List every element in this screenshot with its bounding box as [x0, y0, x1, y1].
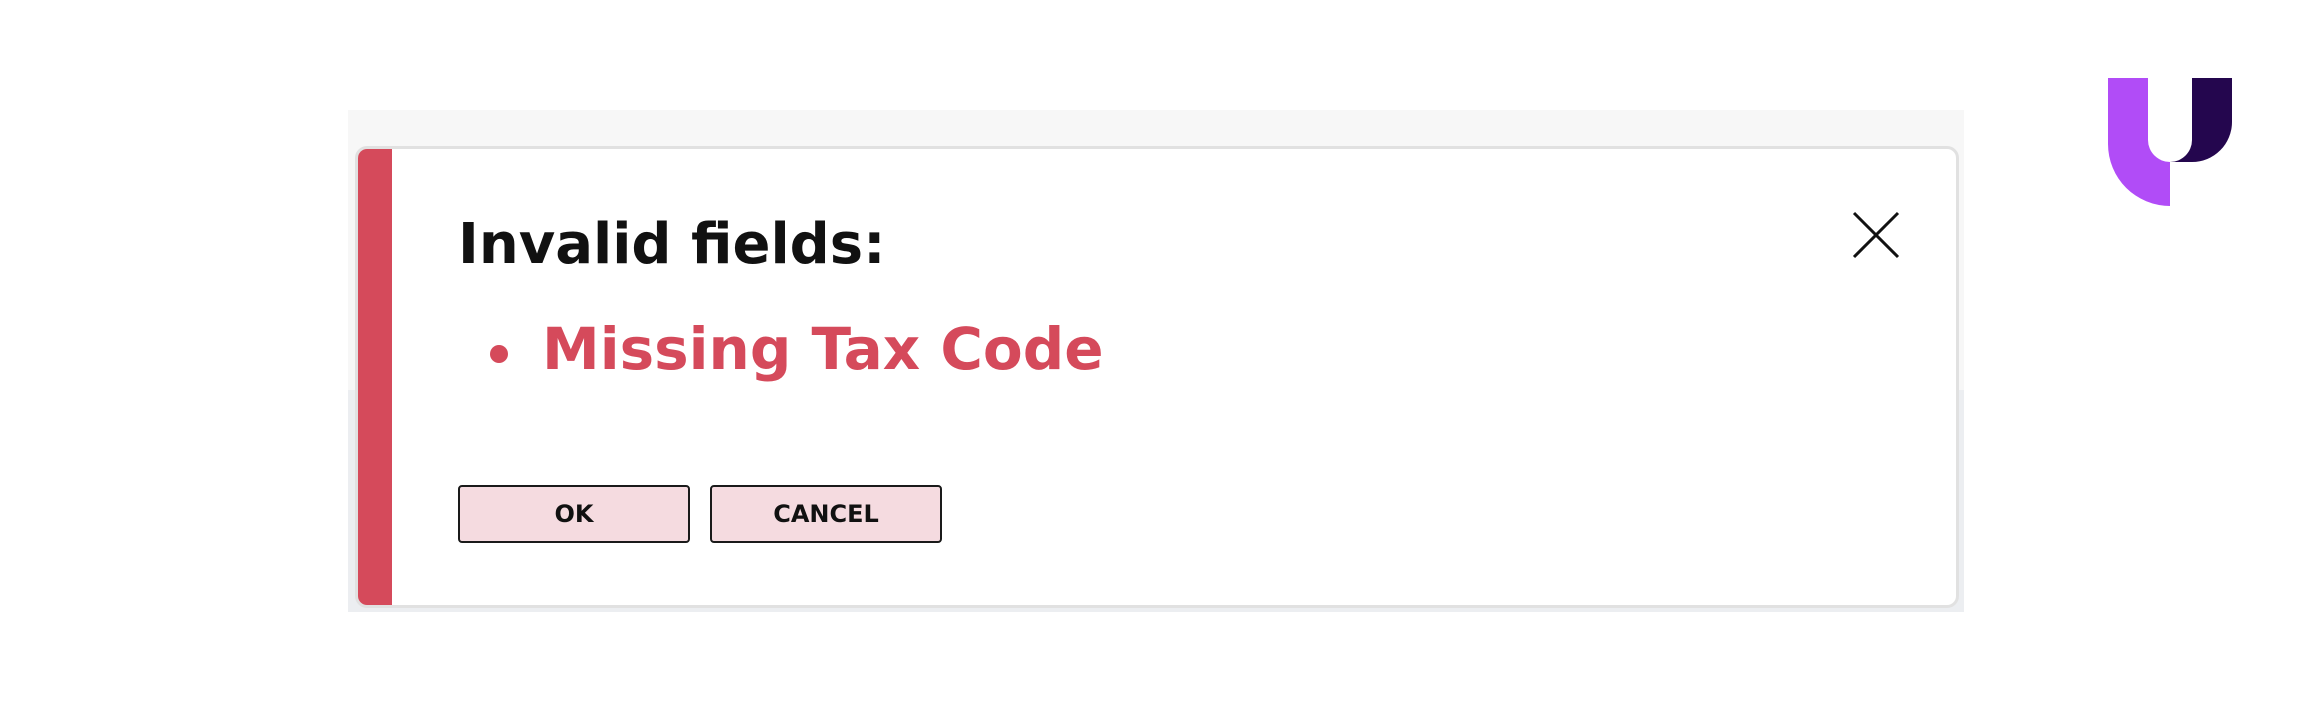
- error-accent-bar: [358, 149, 392, 605]
- screen: Invalid fields: Missing Tax Code OK CANC…: [0, 0, 2304, 720]
- error-dialog: Invalid fields: Missing Tax Code OK CANC…: [355, 146, 1959, 608]
- close-button[interactable]: [1848, 207, 1904, 263]
- ok-button[interactable]: OK: [458, 485, 690, 543]
- brand-logo: [2108, 78, 2232, 206]
- error-message: Missing Tax Code: [542, 315, 1104, 383]
- bullet-icon: [490, 345, 508, 363]
- dialog-title: Invalid fields:: [458, 212, 886, 277]
- brand-u-logo-icon: [2108, 78, 2232, 206]
- dialog-actions: OK CANCEL: [458, 485, 942, 543]
- error-list: Missing Tax Code: [486, 315, 1104, 385]
- error-list-item: Missing Tax Code: [486, 315, 1104, 385]
- cancel-button[interactable]: CANCEL: [710, 485, 942, 543]
- close-icon: [1852, 211, 1900, 259]
